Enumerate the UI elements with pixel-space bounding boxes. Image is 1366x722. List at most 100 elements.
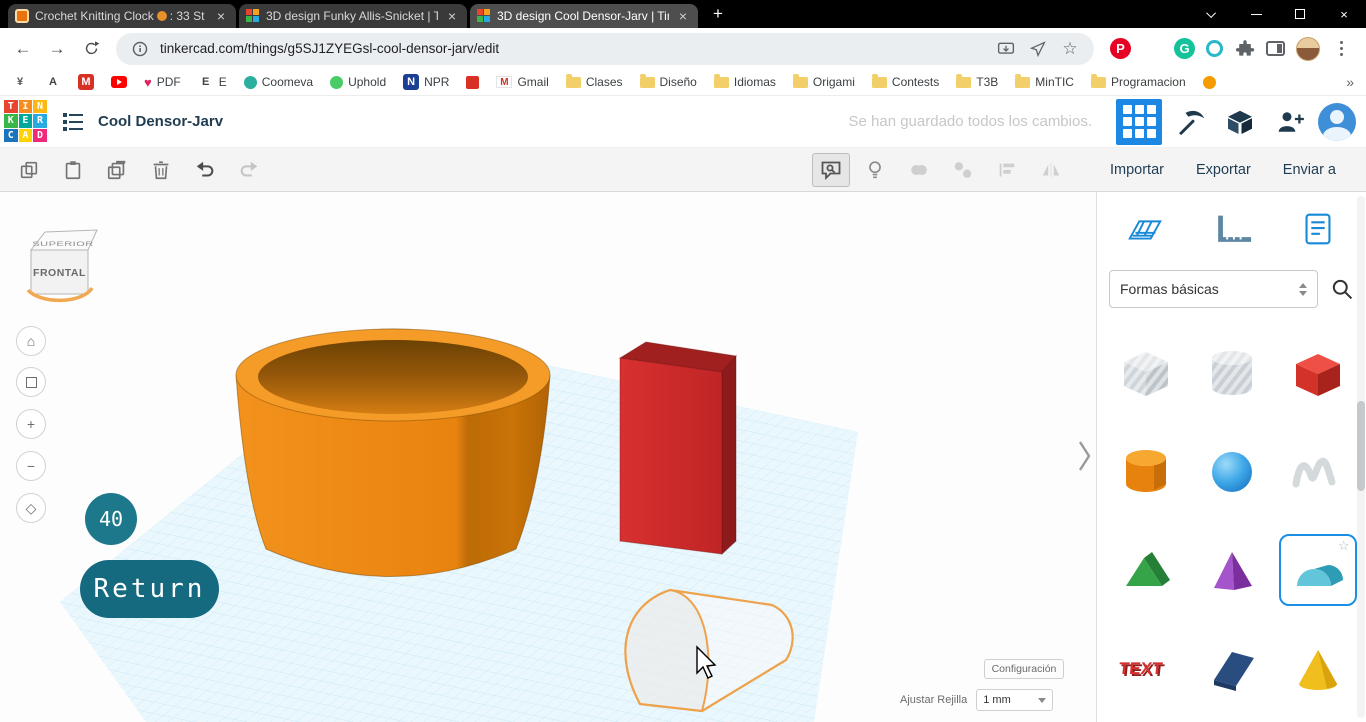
paste-button[interactable] xyxy=(54,153,92,187)
account-avatar[interactable] xyxy=(1318,103,1356,141)
panel-scrollbar[interactable] xyxy=(1357,196,1365,718)
bookmark-star-icon[interactable]: ☆ xyxy=(1058,37,1082,61)
side-panel-icon[interactable] xyxy=(1266,41,1285,56)
bookmark-item[interactable]: M xyxy=(78,74,94,90)
bookmark-item[interactable]: Contests xyxy=(872,75,939,89)
bookmark-item[interactable]: ♥PDF xyxy=(144,75,181,89)
bookmark-item[interactable]: Clases xyxy=(566,75,623,89)
shape-tile-box-hole[interactable] xyxy=(1107,338,1185,410)
forward-button[interactable]: → xyxy=(42,34,72,64)
notes-tool-button[interactable] xyxy=(812,153,850,187)
bookmark-item[interactable]: MinTIC xyxy=(1015,75,1074,89)
bookmark-item[interactable]: MGmail xyxy=(496,75,548,89)
minimize-button[interactable] xyxy=(1234,0,1278,28)
pinterest-extension-icon[interactable]: P xyxy=(1110,38,1131,59)
reload-button[interactable] xyxy=(76,34,106,64)
zoom-in-button[interactable]: + xyxy=(16,409,46,439)
ring-extension-icon[interactable] xyxy=(1206,40,1223,57)
shape-tile-roof[interactable] xyxy=(1107,534,1185,606)
bookmark-item[interactable]: T3B xyxy=(956,75,998,89)
view-cube[interactable]: SUPERIOR FRONTAL xyxy=(28,230,97,300)
bookmark-item[interactable]: A xyxy=(45,74,61,90)
bookmark-item[interactable]: EE xyxy=(198,74,227,90)
delete-button[interactable] xyxy=(142,153,180,187)
tab-close-icon[interactable]: × xyxy=(444,8,460,24)
browser-menu-icon[interactable] xyxy=(1331,38,1352,59)
search-shapes-button[interactable] xyxy=(1330,277,1354,301)
new-tab-button[interactable]: + xyxy=(701,4,735,28)
brick-block-icon[interactable] xyxy=(1218,100,1262,144)
tab-close-icon[interactable]: × xyxy=(675,8,691,24)
minecraft-pickaxe-icon[interactable] xyxy=(1168,100,1212,144)
snap-grid-select[interactable]: 1 mm xyxy=(976,689,1053,711)
bookmark-item[interactable] xyxy=(466,76,479,89)
bookmark-item[interactable] xyxy=(111,76,127,88)
orange-cylinder-shape[interactable] xyxy=(236,329,550,577)
group-button[interactable] xyxy=(900,153,938,187)
bookmark-item[interactable]: Uphold xyxy=(330,75,386,89)
bookmarks-overflow-icon[interactable]: » xyxy=(1346,74,1354,90)
shape-tile-scribble[interactable] xyxy=(1279,436,1357,508)
profile-avatar[interactable] xyxy=(1296,37,1320,61)
send-to-button[interactable]: Enviar a xyxy=(1271,154,1348,186)
install-app-icon[interactable] xyxy=(994,37,1018,61)
bookmark-item[interactable]: Programacion xyxy=(1091,75,1186,89)
3d-viewport[interactable]: SUPERIOR FRONTAL ⌂ + − ◇ 40 Return Confi… xyxy=(0,192,1096,722)
mirror-button[interactable] xyxy=(1032,153,1070,187)
shape-tile-wedge[interactable] xyxy=(1193,632,1271,704)
bookmark-item[interactable] xyxy=(1203,76,1216,89)
bookmark-item[interactable]: ¥ xyxy=(12,74,28,90)
shape-category-select[interactable]: Formas básicas xyxy=(1109,270,1318,308)
maximize-button[interactable] xyxy=(1278,0,1322,28)
bookmark-item[interactable]: Idiomas xyxy=(714,75,776,89)
copy-button[interactable] xyxy=(10,153,48,187)
shape-tile-cylinder-hole[interactable] xyxy=(1193,338,1271,410)
tinkercad-logo[interactable]: TINKERCAD xyxy=(4,100,48,144)
tab-close-icon[interactable]: × xyxy=(213,8,229,24)
browser-tab[interactable]: Crochet Knitting Clock: 33 St× xyxy=(8,4,236,28)
puzzle-extensions-icon[interactable] xyxy=(1234,38,1255,59)
shape-tile-cone[interactable] xyxy=(1279,632,1357,704)
export-button[interactable]: Exportar xyxy=(1184,154,1263,186)
import-button[interactable]: Importar xyxy=(1098,154,1176,186)
send-to-device-icon[interactable] xyxy=(1026,37,1050,61)
grid-extension-icon[interactable] xyxy=(1142,38,1163,59)
shape-tile-text[interactable]: TEXTTEXT xyxy=(1107,632,1185,704)
zoom-out-button[interactable]: − xyxy=(16,451,46,481)
duplicate-button[interactable] xyxy=(98,153,136,187)
scrollbar-thumb[interactable] xyxy=(1357,401,1365,491)
workplane-tab[interactable] xyxy=(1121,206,1169,252)
bookmark-item[interactable]: NNPR xyxy=(403,74,449,90)
home-view-button[interactable]: ⌂ xyxy=(16,326,46,356)
browser-tab[interactable]: 3D design Cool Densor-Jarv | Tin× xyxy=(470,4,698,28)
shape-tile-sphere[interactable] xyxy=(1193,436,1271,508)
tab-search-chevron-icon[interactable] xyxy=(1190,0,1234,28)
shape-tile-pyramid[interactable] xyxy=(1193,534,1271,606)
shape-tile-cylinder[interactable] xyxy=(1107,436,1185,508)
fit-view-button[interactable] xyxy=(16,367,46,397)
invite-person-icon[interactable] xyxy=(1268,100,1312,144)
shape-tile-box[interactable] xyxy=(1279,338,1357,410)
perspective-toggle-button[interactable]: ◇ xyxy=(16,493,46,523)
undo-button[interactable] xyxy=(186,153,224,187)
close-button[interactable]: × xyxy=(1322,0,1366,28)
bookmark-item[interactable]: Diseño xyxy=(640,75,697,89)
design-title[interactable]: Cool Densor-Jarv xyxy=(98,113,223,130)
site-info-icon[interactable] xyxy=(128,37,152,61)
configuration-button[interactable]: Configuración xyxy=(984,659,1064,679)
panel-collapse-handle[interactable] xyxy=(1078,440,1092,472)
redo-button[interactable] xyxy=(230,153,268,187)
ungroup-button[interactable] xyxy=(944,153,982,187)
address-bar[interactable]: tinkercad.com/things/g5SJ1ZYEGsl-cool-de… xyxy=(116,33,1094,65)
dashboard-grid-button[interactable] xyxy=(1116,99,1162,145)
red-box-shape[interactable] xyxy=(620,342,736,554)
design-menu-icon[interactable] xyxy=(58,107,88,137)
shape-tile-half-cylinder[interactable]: ☆ xyxy=(1279,534,1357,606)
bookmark-item[interactable]: Coomeva xyxy=(244,75,313,89)
bookmark-item[interactable]: Origami xyxy=(793,75,855,89)
light-bulb-button[interactable] xyxy=(856,153,894,187)
url-text[interactable]: tinkercad.com/things/g5SJ1ZYEGsl-cool-de… xyxy=(160,41,499,56)
favorite-star-icon[interactable]: ☆ xyxy=(1338,538,1350,554)
align-button[interactable] xyxy=(988,153,1026,187)
grammarly-extension-icon[interactable]: G xyxy=(1174,38,1195,59)
